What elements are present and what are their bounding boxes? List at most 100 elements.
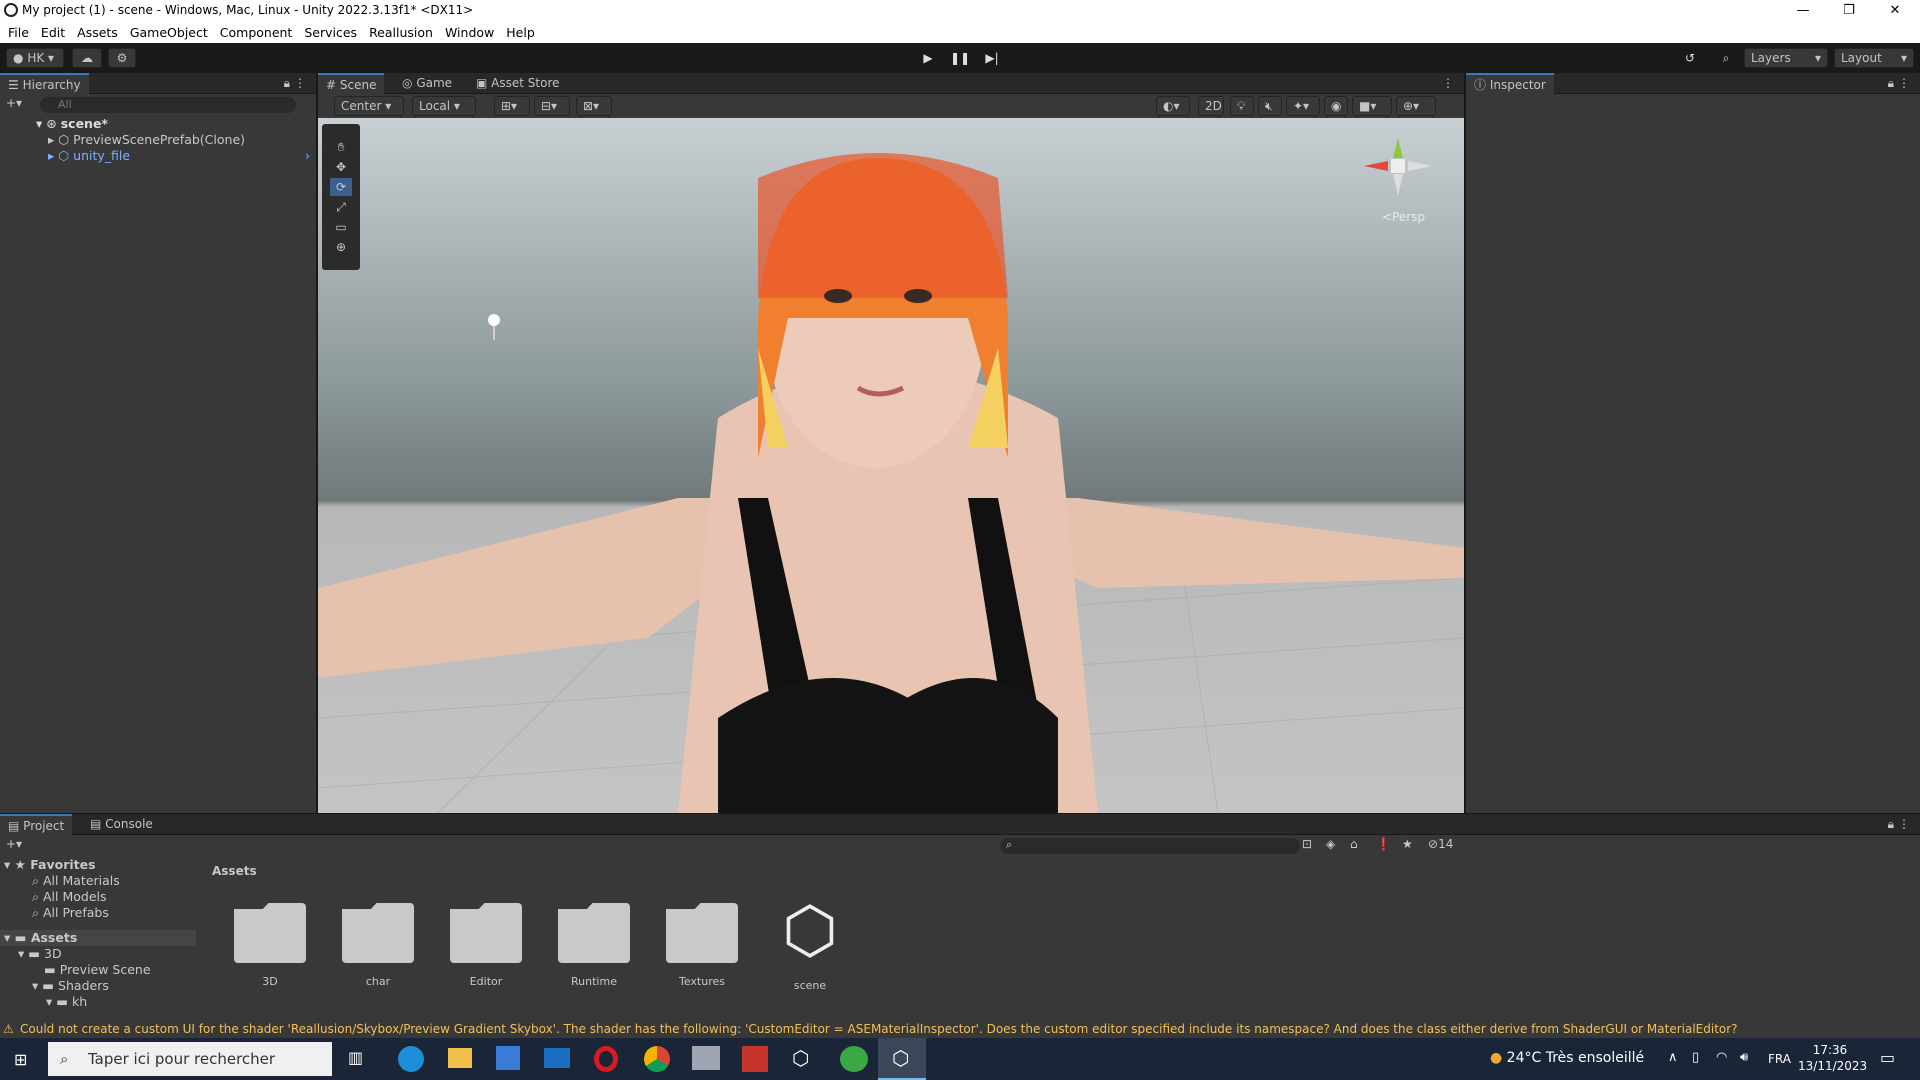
- maximize-icon[interactable]: ❐: [1826, 0, 1872, 22]
- tree-item-scene[interactable]: ▾ ⊛ scene*: [0, 116, 316, 132]
- kebab-menu-icon[interactable]: ⋮: [294, 76, 306, 90]
- kebab-menu-icon[interactable]: ⋮: [1898, 76, 1910, 90]
- move-tool-icon[interactable]: ✥: [330, 158, 352, 176]
- battery-icon[interactable]: ▯: [1692, 1050, 1699, 1065]
- rotate-tool-icon[interactable]: ⟳: [330, 178, 352, 196]
- menu-edit[interactable]: Edit: [41, 25, 65, 40]
- favorites-header[interactable]: ▾ ★ Favorites: [0, 857, 196, 873]
- menu-help[interactable]: Help: [506, 25, 535, 40]
- search-by-type-icon[interactable]: ⊡: [1302, 837, 1312, 851]
- tag-icon[interactable]: ⌂: [1350, 837, 1358, 851]
- add-icon[interactable]: +▾: [6, 837, 22, 851]
- lock-icon[interactable]: 🔒︎: [284, 76, 290, 91]
- visibility-button[interactable]: ◉: [1324, 96, 1348, 116]
- pivot-dropdown[interactable]: Center ▾: [334, 96, 404, 116]
- menu-services[interactable]: Services: [304, 25, 357, 40]
- asset-item[interactable]: ⬡ scene: [770, 895, 850, 992]
- rect-tool-icon[interactable]: ▭: [330, 218, 352, 236]
- draw-mode-button[interactable]: ◐▾: [1156, 96, 1190, 116]
- toggle-2d-button[interactable]: 2D: [1198, 96, 1224, 116]
- warning-filter-icon[interactable]: ❗: [1376, 837, 1391, 851]
- menu-window[interactable]: Window: [445, 25, 494, 40]
- file-explorer-icon[interactable]: [448, 1048, 472, 1068]
- snap-increment-button[interactable]: ⊠▾: [576, 96, 612, 116]
- gizmos-button[interactable]: ⊕▾: [1396, 96, 1436, 116]
- audio-button[interactable]: 🔇︎: [1258, 96, 1282, 116]
- grid-toggle-button[interactable]: ⊟▾: [534, 96, 570, 116]
- menu-assets[interactable]: Assets: [77, 25, 118, 40]
- language-indicator[interactable]: FRA: [1768, 1052, 1791, 1066]
- tree-item-unity-file[interactable]: ▸ ⬡ unity_file ›: [0, 148, 316, 164]
- app-icon[interactable]: [742, 1046, 768, 1072]
- favorite-item[interactable]: ⌕ All Models: [0, 889, 196, 905]
- projection-label[interactable]: <Persp: [1382, 210, 1425, 224]
- search-by-label-icon[interactable]: ◈: [1326, 837, 1335, 851]
- search-button[interactable]: ⌕: [1714, 48, 1738, 68]
- tree-item-preview-prefab[interactable]: ▸ ⬡ PreviewScenePrefab(Clone): [0, 132, 316, 148]
- favorite-item[interactable]: ⌕ All Prefabs: [0, 905, 196, 921]
- folder-item[interactable]: ▬ Preview Scene: [0, 962, 196, 978]
- camera-button[interactable]: ■▾: [1352, 96, 1392, 116]
- history-button[interactable]: ↺: [1678, 48, 1702, 68]
- scale-tool-icon[interactable]: ⤢: [330, 198, 352, 216]
- asset-item[interactable]: Textures: [662, 903, 742, 988]
- tab-inspector[interactable]: ⓘ Inspector: [1466, 73, 1554, 94]
- lighting-button[interactable]: 💡︎: [1230, 96, 1254, 116]
- notification-icon[interactable]: ▭: [1880, 1048, 1895, 1067]
- tab-game[interactable]: ◎ Game: [394, 73, 460, 94]
- lock-icon[interactable]: 🔒︎: [1888, 76, 1894, 91]
- asset-item[interactable]: Runtime: [554, 903, 634, 988]
- kebab-menu-icon[interactable]: ⋮: [1898, 817, 1910, 831]
- task-view-icon[interactable]: ▥: [348, 1048, 363, 1067]
- add-icon[interactable]: +▾: [6, 96, 22, 110]
- mail-icon[interactable]: [544, 1048, 570, 1068]
- star-icon[interactable]: ★: [1402, 837, 1413, 851]
- effects-button[interactable]: ✦▾: [1286, 96, 1320, 116]
- unity-editor-taskbar-item[interactable]: ⬡: [878, 1038, 926, 1080]
- menu-component[interactable]: Component: [220, 25, 293, 40]
- clock[interactable]: 17:36 13/11/2023: [1798, 1042, 1867, 1074]
- tab-hierarchy[interactable]: ☰ Hierarchy: [0, 73, 89, 94]
- space-dropdown[interactable]: Local ▾: [412, 96, 476, 116]
- asset-item[interactable]: Editor: [446, 903, 526, 988]
- minimize-icon[interactable]: —: [1780, 0, 1826, 22]
- menu-gameobject[interactable]: GameObject: [130, 25, 208, 40]
- collab-button[interactable]: ⚙: [108, 48, 136, 68]
- layers-dropdown[interactable]: Layers ▾: [1744, 48, 1828, 68]
- tab-console[interactable]: ▤ Console: [82, 814, 161, 835]
- orientation-gizmo[interactable]: [1358, 126, 1438, 206]
- pause-button[interactable]: ❚❚: [948, 48, 972, 68]
- close-icon[interactable]: ✕: [1872, 0, 1918, 22]
- app-icon[interactable]: [840, 1046, 868, 1072]
- folder-item[interactable]: ▾ ▬ Shaders: [0, 978, 196, 994]
- kebab-menu-icon[interactable]: ⋮: [1442, 76, 1454, 90]
- transform-tool-icon[interactable]: ⊕: [330, 238, 352, 256]
- chevron-right-icon[interactable]: ›: [305, 148, 310, 164]
- layout-dropdown[interactable]: Layout ▾: [1834, 48, 1914, 68]
- menu-reallusion[interactable]: Reallusion: [369, 25, 433, 40]
- chrome-icon[interactable]: [644, 1046, 670, 1072]
- play-button[interactable]: ▶: [916, 48, 940, 68]
- project-search-input[interactable]: ⌕: [1000, 838, 1300, 854]
- windows-start-icon[interactable]: ⊞: [14, 1050, 27, 1069]
- breadcrumb[interactable]: Assets: [200, 857, 1460, 885]
- lock-icon[interactable]: 🔒︎: [1888, 817, 1894, 832]
- hidden-packages-button[interactable]: ⊘14: [1428, 837, 1453, 851]
- volume-icon[interactable]: 🔊︎: [1740, 1050, 1748, 1065]
- console-status-bar[interactable]: ⚠ Could not create a custom UI for the s…: [0, 1021, 1920, 1038]
- edge-icon[interactable]: [398, 1046, 424, 1072]
- store-icon[interactable]: [496, 1046, 520, 1070]
- taskbar-search-input[interactable]: ⌕ Taper ici pour rechercher: [48, 1042, 332, 1076]
- wifi-icon[interactable]: ◠: [1716, 1050, 1727, 1065]
- weather-widget[interactable]: ● 24°C Très ensoleillé: [1490, 1050, 1644, 1066]
- folder-item[interactable]: ▾ ▬ 3D: [0, 946, 196, 962]
- cloud-button[interactable]: ☁: [72, 48, 102, 68]
- tab-project[interactable]: ▤ Project: [0, 814, 73, 835]
- asset-item[interactable]: char: [338, 903, 418, 988]
- menu-file[interactable]: File: [8, 25, 29, 40]
- assets-header[interactable]: ▾ ▬ Assets: [0, 930, 196, 946]
- favorite-item[interactable]: ⌕ All Materials: [0, 873, 196, 889]
- tab-asset-store[interactable]: ▣ Asset Store: [468, 73, 568, 94]
- account-button[interactable]: ● HK ▾: [6, 48, 64, 68]
- asset-item[interactable]: 3D: [230, 903, 310, 988]
